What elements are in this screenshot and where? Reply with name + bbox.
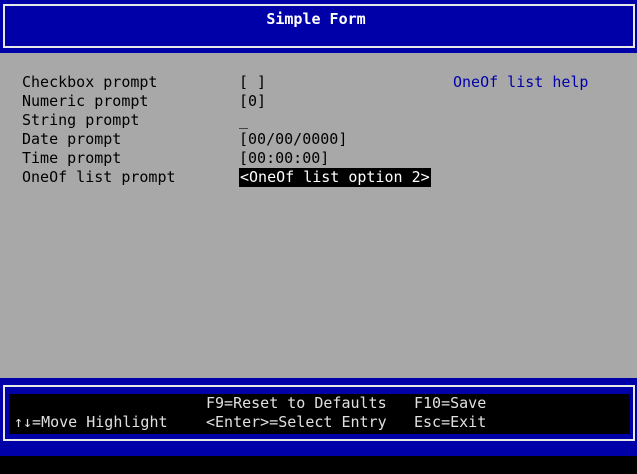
bios-setup-screen: Simple Form Checkbox prompt [ ] Numeric … xyxy=(0,0,637,474)
time-prompt-value[interactable]: [00:00:00] xyxy=(239,149,329,168)
form-row-time[interactable]: Time prompt [00:00:00] xyxy=(0,149,637,168)
date-prompt-label: Date prompt xyxy=(22,130,122,148)
oneof-prompt-value[interactable]: <OneOf list option 2> xyxy=(239,168,431,187)
bottom-bar xyxy=(0,456,637,474)
checkbox-prompt-value[interactable]: [ ] xyxy=(239,73,266,92)
form-row-date[interactable]: Date prompt [00/00/0000] xyxy=(0,130,637,149)
form-row-numeric[interactable]: Numeric prompt [0] xyxy=(0,92,637,111)
key-help-panel: F9=Reset to Defaults F10=Save ↑↓=Move Hi… xyxy=(9,394,630,434)
numeric-prompt-value[interactable]: [0] xyxy=(239,92,266,111)
form-row-string[interactable]: String prompt _ xyxy=(0,111,637,130)
footer-bar: F9=Reset to Defaults F10=Save ↑↓=Move Hi… xyxy=(0,378,637,456)
reset-defaults-hint: F9=Reset to Defaults xyxy=(206,394,387,412)
form-row-oneof[interactable]: OneOf list prompt <OneOf list option 2> xyxy=(0,168,637,187)
help-text: OneOf list help xyxy=(453,73,589,91)
numeric-prompt-label: Numeric prompt xyxy=(22,92,149,110)
checkbox-prompt-label: Checkbox prompt xyxy=(22,73,158,91)
move-highlight-hint: ↑↓=Move Highlight xyxy=(14,413,168,431)
string-prompt-label: String prompt xyxy=(22,111,140,129)
form-body: Checkbox prompt [ ] Numeric prompt [0] S… xyxy=(0,53,637,378)
header-bar: Simple Form xyxy=(0,0,637,53)
string-prompt-value[interactable]: _ xyxy=(239,111,248,130)
select-entry-hint: <Enter>=Select Entry xyxy=(206,413,387,431)
page-title: Simple Form xyxy=(266,10,366,28)
time-prompt-label: Time prompt xyxy=(22,149,122,167)
date-prompt-value[interactable]: [00/00/0000] xyxy=(239,130,347,149)
exit-hint: Esc=Exit xyxy=(414,413,487,431)
save-hint: F10=Save xyxy=(414,394,487,412)
oneof-prompt-label: OneOf list prompt xyxy=(22,168,176,186)
